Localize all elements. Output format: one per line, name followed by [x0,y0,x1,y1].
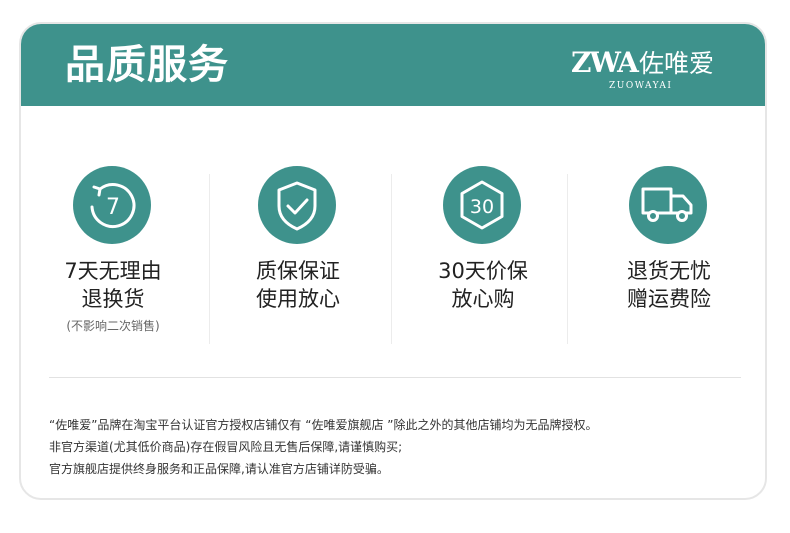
divider [567,174,568,344]
notice-line: “佐唯爱”品牌在淘宝平台认证官方授权店铺仅有 “佐唯爱旗舰店 ”除此之外的其他店… [49,418,598,432]
feature-title: 质保保证 [256,259,340,283]
feature-subtitle: 赠运费险 [627,287,711,311]
quality-service-card: 品质服务 ZWA 佐唯爱 ZUOWAYAI 7 7天无理由 退换货 (不影响二次… [19,22,767,500]
feature-subtitle: 使用放心 [256,287,340,311]
feature-price-protection: 30 30天价保 放心购 [391,106,575,356]
notice-line: 非官方渠道(尤其低价商品)存在假冒风险且无售后保障,请谨慎购买; [49,440,403,454]
feature-free-return-shipping: 退货无忧 赠运费险 [577,106,761,356]
brand-name: 佐唯爱 [639,49,715,78]
feature-row: 7 7天无理由 退换货 (不影响二次销售) 质保保证 使用放心 30 30天价保… [21,106,765,356]
seven-day-return-icon: 7 [73,166,151,244]
feature-title: 退货无忧 [627,259,711,283]
feature-quality-guarantee: 质保保证 使用放心 [206,106,390,356]
feature-title: 30天价保 [438,259,528,283]
authorization-notice: “佐唯爱”品牌在淘宝平台认证官方授权店铺仅有 “佐唯爱旗舰店 ”除此之外的其他店… [49,414,749,480]
delivery-truck-icon [629,166,707,244]
icon-thirty-text: 30 [470,196,494,218]
feature-title: 7天无理由 [64,259,162,283]
notice-line: 官方旗舰店提供终身服务和正品保障,请认准官方店铺详防受骗。 [49,462,389,476]
feature-subtitle: 退换货 [81,287,145,311]
brand-pinyin: ZUOWAYAI [609,81,673,91]
brand-mark: ZWA [571,46,639,79]
shield-check-icon [258,166,336,244]
feature-seven-day-return: 7 7天无理由 退换货 (不影响二次销售) [21,106,205,356]
header-banner: 品质服务 ZWA 佐唯爱 ZUOWAYAI [21,24,765,106]
page-title: 品质服务 [65,42,229,88]
icon-seven-text: 7 [106,195,120,220]
feature-note: (不影响二次销售) [66,319,160,333]
hexagon-30-icon: 30 [443,166,521,244]
brand-logo: ZWA 佐唯爱 ZUOWAYAI [551,44,731,96]
section-divider [49,377,741,378]
feature-subtitle: 放心购 [451,287,515,311]
